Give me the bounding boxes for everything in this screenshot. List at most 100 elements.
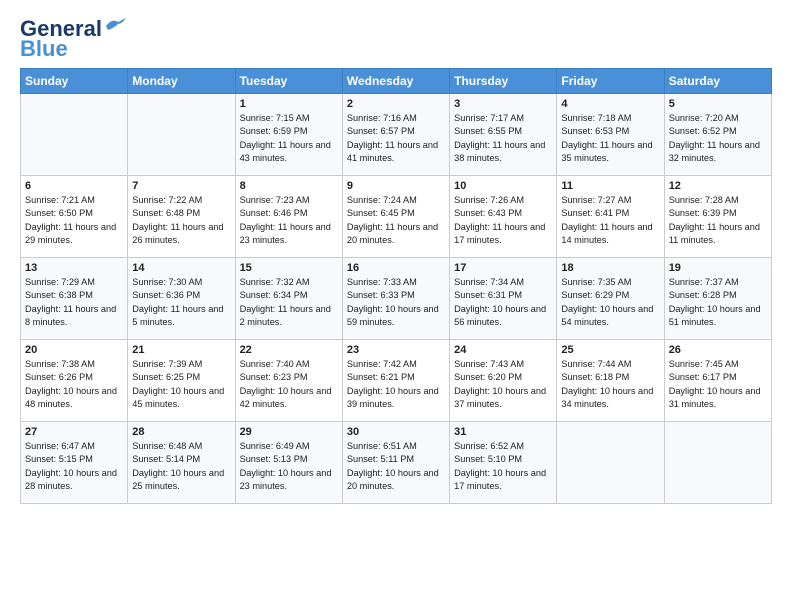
day-cell: 10 Sunrise: 7:26 AM Sunset: 6:43 PM Dayli… bbox=[450, 176, 557, 258]
day-cell: 19Sunrise: 7:37 AM Sunset: 6:28 PM Dayli… bbox=[664, 258, 771, 340]
day-number: 26 bbox=[669, 344, 767, 356]
day-number: 25 bbox=[561, 344, 659, 356]
day-number: 3 bbox=[454, 98, 552, 110]
day-number: 28 bbox=[132, 426, 230, 438]
day-number: 4 bbox=[561, 98, 659, 110]
day-detail: Sunrise: 7:21 AM Sunset: 6:50 PM Dayligh… bbox=[25, 194, 123, 247]
day-number: 12 bbox=[669, 180, 767, 192]
header-cell-saturday: Saturday bbox=[664, 69, 771, 94]
day-number: 6 bbox=[25, 180, 123, 192]
day-cell: 26 Sunrise: 7:45 AM Sunset: 6:17 PM Dayli… bbox=[664, 340, 771, 422]
day-detail: Sunrise: 6:52 AM Sunset: 5:10 PM Dayligh… bbox=[454, 440, 552, 493]
day-number: 15 bbox=[240, 262, 338, 274]
day-number: 7 bbox=[132, 180, 230, 192]
day-number: 13 bbox=[25, 262, 123, 274]
header-row: SundayMondayTuesdayWednesdayThursdayFrid… bbox=[21, 69, 772, 94]
day-number: 16 bbox=[347, 262, 445, 274]
calendar-header: SundayMondayTuesdayWednesdayThursdayFrid… bbox=[21, 69, 772, 94]
header-cell-monday: Monday bbox=[128, 69, 235, 94]
day-detail: Sunrise: 6:47 AM Sunset: 5:15 PM Dayligh… bbox=[25, 440, 123, 493]
day-number: 1 bbox=[240, 98, 338, 110]
day-detail: Sunrise: 7:23 AM Sunset: 6:46 PM Dayligh… bbox=[240, 194, 338, 247]
day-number: 23 bbox=[347, 344, 445, 356]
day-cell: 13Sunrise: 7:29 AM Sunset: 6:38 PM Dayli… bbox=[21, 258, 128, 340]
day-cell: 18 Sunrise: 7:35 AM Sunset: 6:29 PM Dayli… bbox=[557, 258, 664, 340]
day-cell bbox=[664, 422, 771, 504]
day-number: 2 bbox=[347, 98, 445, 110]
day-cell: 25Sunrise: 7:44 AM Sunset: 6:18 PM Dayli… bbox=[557, 340, 664, 422]
header-cell-wednesday: Wednesday bbox=[342, 69, 449, 94]
day-cell: 27Sunrise: 6:47 AM Sunset: 5:15 PM Dayli… bbox=[21, 422, 128, 504]
day-number: 18 bbox=[561, 262, 659, 274]
day-cell: 5 Sunrise: 7:20 AM Sunset: 6:52 PM Daylig… bbox=[664, 94, 771, 176]
day-detail: Sunrise: 7:39 AM Sunset: 6:25 PM Dayligh… bbox=[132, 358, 230, 411]
day-cell: 7Sunrise: 7:22 AM Sunset: 6:48 PM Daylig… bbox=[128, 176, 235, 258]
day-detail: Sunrise: 7:35 AM Sunset: 6:29 PM Dayligh… bbox=[561, 276, 659, 329]
day-number: 20 bbox=[25, 344, 123, 356]
week-row-3: 13Sunrise: 7:29 AM Sunset: 6:38 PM Dayli… bbox=[21, 258, 772, 340]
day-cell: 23 Sunrise: 7:42 AM Sunset: 6:21 PM Dayli… bbox=[342, 340, 449, 422]
day-number: 30 bbox=[347, 426, 445, 438]
calendar-table: SundayMondayTuesdayWednesdayThursdayFrid… bbox=[20, 68, 772, 504]
day-number: 21 bbox=[132, 344, 230, 356]
day-detail: Sunrise: 7:33 AM Sunset: 6:33 PM Dayligh… bbox=[347, 276, 445, 329]
day-number: 31 bbox=[454, 426, 552, 438]
header-cell-tuesday: Tuesday bbox=[235, 69, 342, 94]
day-cell: 1 Sunrise: 7:15 AM Sunset: 6:59 PM Daylig… bbox=[235, 94, 342, 176]
week-row-4: 20 Sunrise: 7:38 AM Sunset: 6:26 PM Dayli… bbox=[21, 340, 772, 422]
day-cell: 2Sunrise: 7:16 AM Sunset: 6:57 PM Daylig… bbox=[342, 94, 449, 176]
day-detail: Sunrise: 7:42 AM Sunset: 6:21 PM Dayligh… bbox=[347, 358, 445, 411]
day-detail: Sunrise: 7:20 AM Sunset: 6:52 PM Dayligh… bbox=[669, 112, 767, 165]
day-detail: Sunrise: 7:38 AM Sunset: 6:26 PM Dayligh… bbox=[25, 358, 123, 411]
day-number: 9 bbox=[347, 180, 445, 192]
day-detail: Sunrise: 6:49 AM Sunset: 5:13 PM Dayligh… bbox=[240, 440, 338, 493]
day-detail: Sunrise: 7:28 AM Sunset: 6:39 PM Dayligh… bbox=[669, 194, 767, 247]
day-cell bbox=[21, 94, 128, 176]
day-cell: 17 Sunrise: 7:34 AM Sunset: 6:31 PM Dayli… bbox=[450, 258, 557, 340]
day-detail: Sunrise: 7:15 AM Sunset: 6:59 PM Dayligh… bbox=[240, 112, 338, 165]
day-detail: Sunrise: 7:32 AM Sunset: 6:34 PM Dayligh… bbox=[240, 276, 338, 329]
header-cell-thursday: Thursday bbox=[450, 69, 557, 94]
day-cell: 6 Sunrise: 7:21 AM Sunset: 6:50 PM Daylig… bbox=[21, 176, 128, 258]
header-cell-sunday: Sunday bbox=[21, 69, 128, 94]
logo-blue: Blue bbox=[20, 38, 68, 60]
day-number: 17 bbox=[454, 262, 552, 274]
day-detail: Sunrise: 7:37 AM Sunset: 6:28 PM Dayligh… bbox=[669, 276, 767, 329]
day-detail: Sunrise: 7:43 AM Sunset: 6:20 PM Dayligh… bbox=[454, 358, 552, 411]
week-row-1: 1 Sunrise: 7:15 AM Sunset: 6:59 PM Daylig… bbox=[21, 94, 772, 176]
day-cell: 14 Sunrise: 7:30 AM Sunset: 6:36 PM Dayli… bbox=[128, 258, 235, 340]
day-detail: Sunrise: 7:26 AM Sunset: 6:43 PM Dayligh… bbox=[454, 194, 552, 247]
day-cell: 3 Sunrise: 7:17 AM Sunset: 6:55 PM Daylig… bbox=[450, 94, 557, 176]
day-cell: 11Sunrise: 7:27 AM Sunset: 6:41 PM Dayli… bbox=[557, 176, 664, 258]
day-detail: Sunrise: 7:30 AM Sunset: 6:36 PM Dayligh… bbox=[132, 276, 230, 329]
day-cell: 29 Sunrise: 6:49 AM Sunset: 5:13 PM Dayli… bbox=[235, 422, 342, 504]
day-number: 5 bbox=[669, 98, 767, 110]
day-detail: Sunrise: 7:45 AM Sunset: 6:17 PM Dayligh… bbox=[669, 358, 767, 411]
page: General Blue SundayMondayTuesdayWednesda… bbox=[0, 0, 792, 514]
calendar-body: 1 Sunrise: 7:15 AM Sunset: 6:59 PM Daylig… bbox=[21, 94, 772, 504]
day-cell: 12 Sunrise: 7:28 AM Sunset: 6:39 PM Dayli… bbox=[664, 176, 771, 258]
day-cell: 9Sunrise: 7:24 AM Sunset: 6:45 PM Daylig… bbox=[342, 176, 449, 258]
day-detail: Sunrise: 7:40 AM Sunset: 6:23 PM Dayligh… bbox=[240, 358, 338, 411]
day-cell: 21 Sunrise: 7:39 AM Sunset: 6:25 PM Dayli… bbox=[128, 340, 235, 422]
day-detail: Sunrise: 7:17 AM Sunset: 6:55 PM Dayligh… bbox=[454, 112, 552, 165]
day-detail: Sunrise: 6:48 AM Sunset: 5:14 PM Dayligh… bbox=[132, 440, 230, 493]
day-number: 10 bbox=[454, 180, 552, 192]
day-cell: 28 Sunrise: 6:48 AM Sunset: 5:14 PM Dayli… bbox=[128, 422, 235, 504]
logo-bird-icon bbox=[104, 18, 126, 34]
day-cell: 8Sunrise: 7:23 AM Sunset: 6:46 PM Daylig… bbox=[235, 176, 342, 258]
day-cell: 20 Sunrise: 7:38 AM Sunset: 6:26 PM Dayli… bbox=[21, 340, 128, 422]
week-row-5: 27Sunrise: 6:47 AM Sunset: 5:15 PM Dayli… bbox=[21, 422, 772, 504]
logo: General Blue bbox=[20, 18, 126, 60]
week-row-2: 6 Sunrise: 7:21 AM Sunset: 6:50 PM Daylig… bbox=[21, 176, 772, 258]
day-cell: 4Sunrise: 7:18 AM Sunset: 6:53 PM Daylig… bbox=[557, 94, 664, 176]
day-cell: 22 Sunrise: 7:40 AM Sunset: 6:23 PM Dayli… bbox=[235, 340, 342, 422]
day-cell: 16 Sunrise: 7:33 AM Sunset: 6:33 PM Dayli… bbox=[342, 258, 449, 340]
day-detail: Sunrise: 7:34 AM Sunset: 6:31 PM Dayligh… bbox=[454, 276, 552, 329]
day-cell: 24Sunrise: 7:43 AM Sunset: 6:20 PM Dayli… bbox=[450, 340, 557, 422]
day-number: 14 bbox=[132, 262, 230, 274]
day-number: 22 bbox=[240, 344, 338, 356]
header: General Blue bbox=[20, 18, 772, 60]
day-detail: Sunrise: 7:27 AM Sunset: 6:41 PM Dayligh… bbox=[561, 194, 659, 247]
day-number: 29 bbox=[240, 426, 338, 438]
